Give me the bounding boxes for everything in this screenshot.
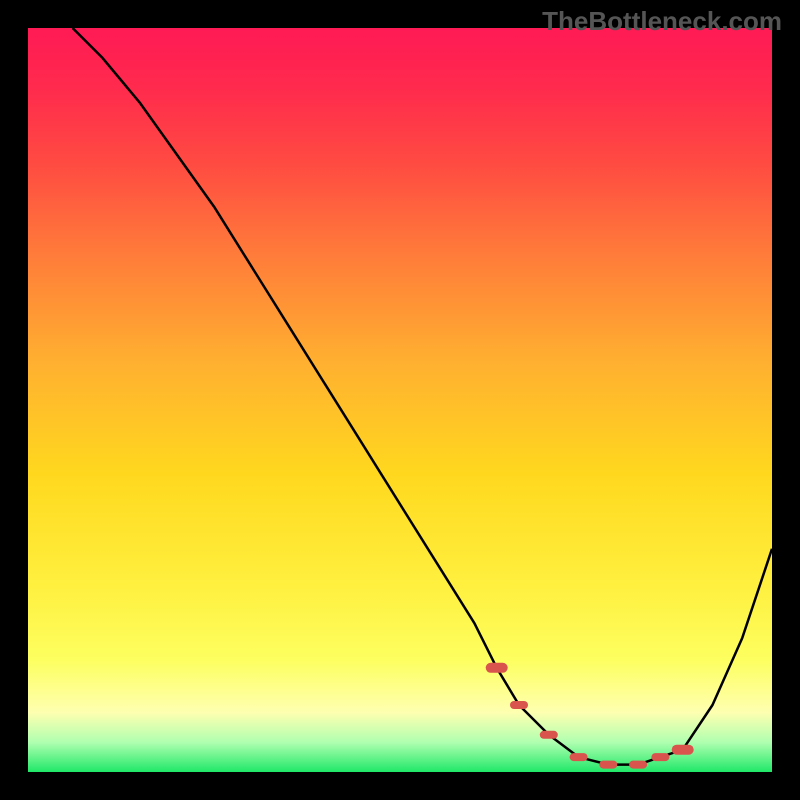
highlight-marker-end (486, 663, 508, 673)
highlight-marker (651, 753, 669, 761)
highlight-marker (570, 753, 588, 761)
highlight-marker-end (672, 745, 694, 755)
highlight-marker (540, 731, 558, 739)
chart-curve-layer (28, 28, 772, 772)
chart-plot-area (28, 28, 772, 772)
highlight-marker (510, 701, 528, 709)
highlight-marker (599, 761, 617, 769)
highlight-marker (629, 761, 647, 769)
watermark-text: TheBottleneck.com (542, 6, 782, 37)
bottleneck-curve-path (73, 28, 772, 765)
